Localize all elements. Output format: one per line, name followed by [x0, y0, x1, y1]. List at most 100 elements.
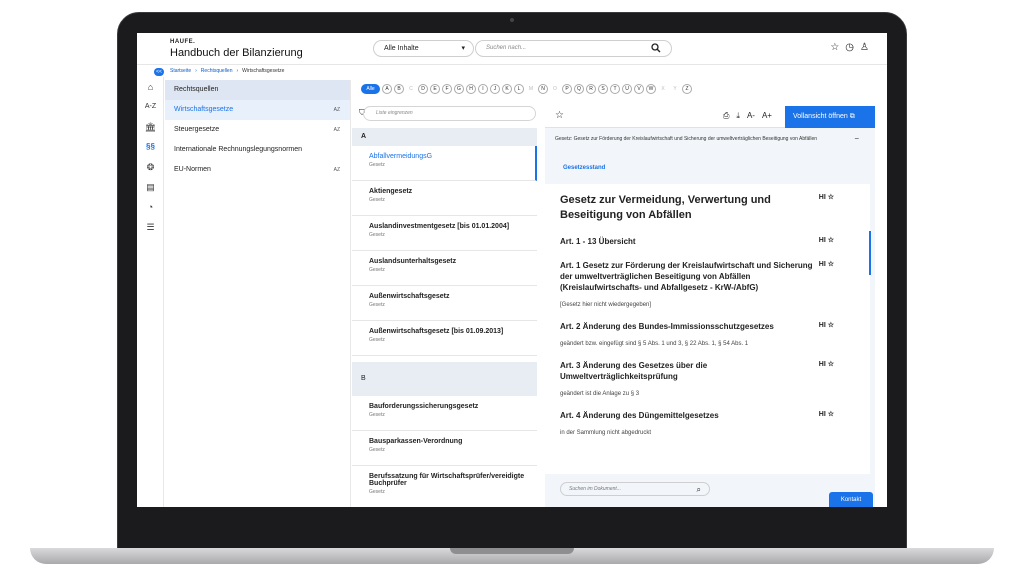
- hi-star-action[interactable]: HI ☆: [819, 360, 834, 368]
- nav-item-rechnungslegungsnormen[interactable]: Internationale Rechnungslegungsnormen: [165, 140, 350, 160]
- brand-logo[interactable]: HAUFE.: [170, 39, 195, 45]
- article-title[interactable]: Art. 1 - 13 Übersicht: [560, 236, 820, 247]
- hi-star-action[interactable]: HI ☆: [819, 410, 834, 418]
- alpha-letter-s[interactable]: S: [598, 84, 608, 94]
- nav-item-wirtschaftsgesetze[interactable]: Wirtschaftsgesetze AZ: [165, 100, 350, 120]
- document-toolbar: ☆ ⎙ ⤓ A- A+ Vollansicht öffnen ⧉: [545, 106, 875, 128]
- alpha-all-button[interactable]: Alle: [361, 84, 380, 94]
- content-select[interactable]: Alle Inhalte ▾: [373, 40, 474, 57]
- list-item[interactable]: Aktiengesetz Gesetz: [352, 181, 537, 216]
- hi-star-action[interactable]: HI ☆: [819, 321, 834, 329]
- list-icon[interactable]: ☰: [137, 217, 164, 237]
- alpha-letter-e[interactable]: E: [430, 84, 440, 94]
- laptop-notch: [450, 548, 574, 554]
- contact-button[interactable]: Kontakt: [829, 492, 873, 507]
- app-screen: HAUFE. Handbuch der Bilanzierung Alle In…: [137, 33, 887, 507]
- law-list: A AbfallvermeidungsG Gesetz Aktiengesetz G…: [352, 128, 537, 507]
- hi-label: HI: [818, 237, 826, 244]
- screen-bezel: [137, 507, 887, 527]
- list-item[interactable]: Auslandsunterhaltsgesetz Gesetz: [352, 251, 537, 286]
- alpha-letter-q[interactable]: Q: [574, 84, 584, 94]
- nav-item-steuergesetze[interactable]: Steuergesetze AZ: [165, 120, 350, 140]
- alpha-letter-j[interactable]: J: [490, 84, 500, 94]
- paragraph-icon[interactable]: §§: [137, 137, 164, 157]
- list-item[interactable]: Berufssatzung für Wirtschaftsprüfer/vere…: [352, 466, 537, 507]
- item-type: Gesetz: [369, 232, 385, 238]
- az-badge[interactable]: AZ: [334, 160, 340, 180]
- nav-item-eu-normen[interactable]: EU-Normen AZ: [165, 160, 350, 180]
- alpha-letter-g[interactable]: G: [454, 84, 464, 94]
- alpha-letter-t[interactable]: T: [610, 84, 620, 94]
- article-title[interactable]: Art. 1 Gesetz zur Förderung der Kreislau…: [560, 260, 820, 293]
- list-item[interactable]: Bausparkassen-Verordnung Gesetz: [352, 431, 537, 466]
- institution-icon[interactable]: 🏛: [137, 117, 164, 137]
- download-icon[interactable]: ⤓: [736, 111, 740, 121]
- article-note: in der Sammlung nicht abgedruckt: [560, 430, 652, 436]
- alpha-letter-a[interactable]: A: [382, 84, 392, 94]
- hi-star-action[interactable]: HI ☆: [819, 260, 834, 268]
- list-item[interactable]: Bauforderungssicherungsgesetz Gesetz: [352, 396, 537, 431]
- breadcrumb-rechtsquellen[interactable]: Rechtsquellen: [201, 68, 233, 74]
- list-item[interactable]: Außenwirtschaftsgesetz [bis 01.09.2013] G…: [352, 321, 537, 356]
- article-note: [Gesetz hier nicht wiedergegeben]: [560, 302, 652, 308]
- item-name: Bausparkassen-Verordnung: [369, 438, 463, 445]
- hi-star-action[interactable]: HI ☆: [819, 193, 834, 201]
- alpha-letter-p[interactable]: P: [562, 84, 572, 94]
- alpha-letter-z[interactable]: Z: [682, 84, 692, 94]
- az-badge[interactable]: AZ: [334, 120, 340, 140]
- collapse-icon[interactable]: −: [854, 128, 859, 150]
- favorites-icon[interactable]: ☆: [830, 42, 839, 53]
- search-icon[interactable]: ⌕: [697, 484, 701, 496]
- user-icon[interactable]: ♙: [860, 42, 869, 53]
- inbox-icon[interactable]: ▤: [137, 177, 164, 197]
- item-name: Auslandsunterhaltsgesetz: [369, 258, 457, 265]
- alpha-letter-v[interactable]: V: [634, 84, 644, 94]
- alpha-letter-r[interactable]: R: [586, 84, 596, 94]
- search-input[interactable]: Suchen nach...: [475, 40, 672, 57]
- history-icon[interactable]: ◷: [845, 42, 854, 53]
- document-search-input[interactable]: Suchen im Dokument... ⌕: [560, 482, 710, 496]
- alpha-letter-i[interactable]: I: [478, 84, 488, 94]
- alpha-letter-d[interactable]: D: [418, 84, 428, 94]
- calculator-icon[interactable]: ◔: [137, 197, 164, 217]
- search-icon[interactable]: [651, 43, 661, 60]
- header-actions: ☆ ◷ ♙: [830, 42, 869, 53]
- article-title[interactable]: Art. 4 Änderung des Düngemittelgesetzes: [560, 410, 820, 421]
- tab-gesetzesstand[interactable]: Gesetzesstand: [563, 165, 605, 171]
- list-item[interactable]: Auslandinvestmentgesetz [bis 01.01.2004]…: [352, 216, 537, 251]
- app-title: Handbuch der Bilanzierung: [170, 47, 303, 59]
- print-icon[interactable]: ⎙: [723, 111, 729, 121]
- az-badge[interactable]: AZ: [334, 100, 340, 120]
- alpha-letter-w[interactable]: W: [646, 84, 656, 94]
- alpha-letter-h[interactable]: H: [466, 84, 476, 94]
- alpha-letter-l[interactable]: L: [514, 84, 524, 94]
- bookmark-star-icon[interactable]: ☆: [555, 110, 564, 121]
- nav-item-label: Internationale Rechnungslegungsnormen: [174, 146, 303, 153]
- list-filter-input[interactable]: Liste eingrenzen: [363, 106, 536, 121]
- alpha-letter-b[interactable]: B: [394, 84, 404, 94]
- font-increase-icon[interactable]: A+: [762, 111, 772, 121]
- font-decrease-icon[interactable]: A-: [747, 111, 755, 121]
- alpha-letter-f[interactable]: F: [442, 84, 452, 94]
- search-placeholder: Suchen nach...: [486, 45, 527, 51]
- article-title[interactable]: Art. 3 Änderung des Gesetzes über die Um…: [560, 360, 820, 382]
- nav-heading[interactable]: Rechtsquellen: [165, 80, 350, 100]
- list-item[interactable]: AbfallvermeidungsG Gesetz: [352, 146, 537, 181]
- collapse-button[interactable]: <<: [154, 68, 164, 76]
- open-fullview-button[interactable]: Vollansicht öffnen ⧉: [785, 106, 875, 128]
- document-subtitle: Gesetz: Gesetz zur Förderung der Kreisla…: [545, 128, 875, 150]
- list-item[interactable]: Außenwirtschaftsgesetz Gesetz: [352, 286, 537, 321]
- alpha-letter-k[interactable]: K: [502, 84, 512, 94]
- breadcrumb-home[interactable]: Startseite: [170, 68, 191, 74]
- az-icon[interactable]: A-Z: [137, 97, 164, 117]
- money-icon[interactable]: ❂: [137, 157, 164, 177]
- article-title[interactable]: Art. 2 Änderung des Bundes-Immissionssch…: [560, 321, 820, 332]
- home-icon[interactable]: ⌂: [137, 77, 164, 97]
- group-header-a: A: [352, 128, 537, 146]
- alpha-letter-n[interactable]: N: [538, 84, 548, 94]
- document-scrollbar[interactable]: [869, 231, 871, 275]
- hi-star-action[interactable]: HI ☆: [819, 236, 834, 244]
- alpha-letter-u[interactable]: U: [622, 84, 632, 94]
- alpha-letter-y: Y: [673, 86, 677, 92]
- nav-panel: Rechtsquellen Wirtschaftsgesetze AZ Steu…: [165, 80, 351, 507]
